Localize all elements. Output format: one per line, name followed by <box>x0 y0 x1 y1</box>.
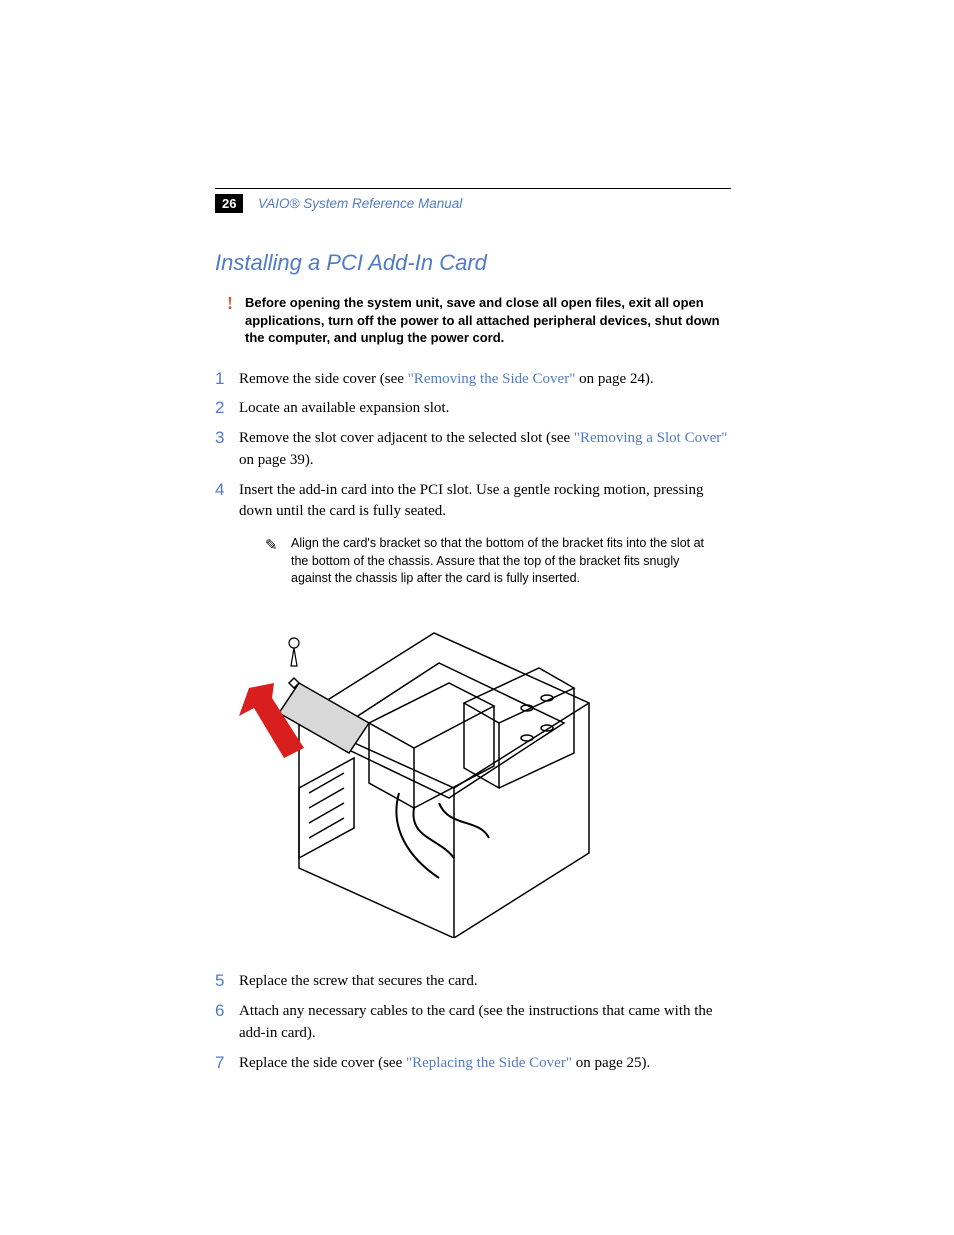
step-6: 6 Attach any necessary cables to the car… <box>215 1001 735 1045</box>
step-text: Locate an available expansion slot. <box>239 400 449 416</box>
step-text: Replace the side cover (see <box>239 1055 406 1071</box>
pencil-icon: ✎ <box>265 535 278 556</box>
note-text: Align the card's bracket so that the bot… <box>291 536 704 585</box>
warning-icon: ! <box>227 291 233 315</box>
step-text-post: on page 39). <box>239 452 314 468</box>
step-text-post: on page 25). <box>572 1055 650 1071</box>
warning-block: ! Before opening the system unit, save a… <box>233 294 735 347</box>
step-number: 4 <box>215 478 224 503</box>
xref-link[interactable]: "Removing the Side Cover" <box>408 371 576 387</box>
step-text-post: on page 24). <box>575 371 653 387</box>
steps-list: 1 Remove the side cover (see "Removing t… <box>215 369 735 1075</box>
step-7: 7 Replace the side cover (see "Replacing… <box>215 1053 735 1075</box>
xref-link[interactable]: "Replacing the Side Cover" <box>406 1055 572 1071</box>
step-3: 3 Remove the slot cover adjacent to the … <box>215 428 735 472</box>
step-4: 4 Insert the add-in card into the PCI sl… <box>215 480 735 964</box>
step-number: 6 <box>215 999 224 1024</box>
pci-install-diagram <box>239 608 604 938</box>
step-2: 2 Locate an available expansion slot. <box>215 398 735 420</box>
step-text: Insert the add-in card into the PCI slot… <box>239 482 704 520</box>
xref-link[interactable]: "Removing a Slot Cover" <box>574 430 728 446</box>
step-1: 1 Remove the side cover (see "Removing t… <box>215 369 735 391</box>
step-number: 7 <box>215 1051 224 1076</box>
step-number: 1 <box>215 367 224 392</box>
note-block: ✎ Align the card's bracket so that the b… <box>269 535 709 588</box>
step-number: 3 <box>215 426 224 451</box>
section-title: Installing a PCI Add-In Card <box>215 250 735 276</box>
warning-text: Before opening the system unit, save and… <box>245 295 720 345</box>
step-text: Attach any necessary cables to the card … <box>239 1003 713 1041</box>
step-text: Replace the screw that secures the card. <box>239 973 478 989</box>
step-5: 5 Replace the screw that secures the car… <box>215 971 735 993</box>
header-rule <box>215 188 731 189</box>
step-number: 5 <box>215 969 224 994</box>
page-content: Installing a PCI Add-In Card ! Before op… <box>215 190 735 1082</box>
step-text: Remove the slot cover adjacent to the se… <box>239 430 574 446</box>
step-text: Remove the side cover (see <box>239 371 408 387</box>
step-number: 2 <box>215 396 224 421</box>
